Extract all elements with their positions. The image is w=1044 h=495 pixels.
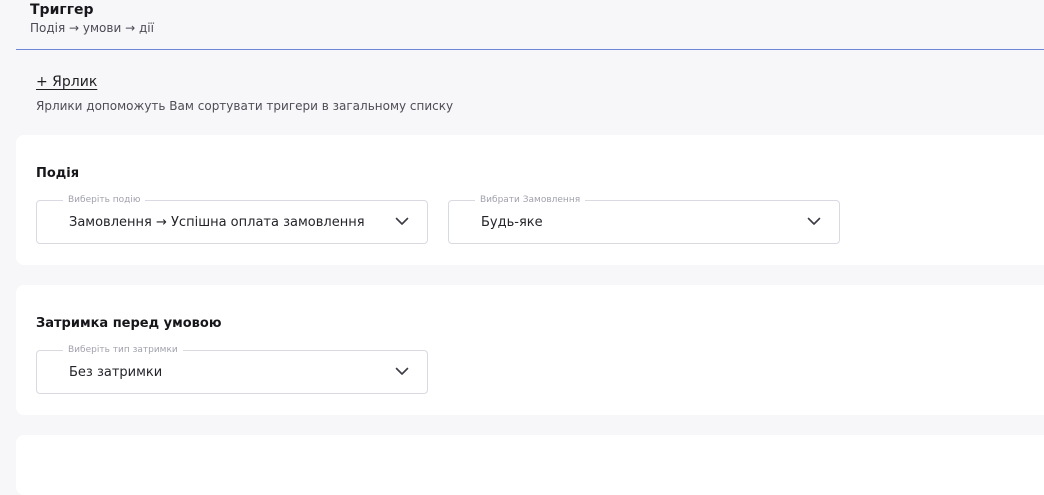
event-select[interactable]: Виберіть подію Замовлення → Успішна опла…	[36, 193, 428, 244]
conditions-card	[16, 435, 1044, 495]
event-card-title: Подія	[36, 166, 80, 181]
delay-select-legend: Виберіть тип затримки	[63, 343, 183, 357]
delay-card-title: Затримка перед умовою	[36, 316, 222, 331]
page-title: Триггер	[30, 2, 94, 18]
event-card: Подія Виберіть подію Замовлення → Успішн…	[16, 135, 1044, 265]
event-select-value: Замовлення → Успішна оплата замовлення	[69, 215, 365, 230]
page-header: Триггер Подія → умови → дії	[16, 0, 1044, 50]
chevron-down-icon	[395, 216, 409, 226]
chevron-down-icon	[807, 216, 821, 226]
add-label-link[interactable]: + Ярлик	[36, 73, 97, 91]
delay-type-select[interactable]: Виберіть тип затримки Без затримки	[36, 343, 428, 394]
order-select[interactable]: Вибрати Замовлення Будь-яке	[448, 193, 840, 244]
delay-card: Затримка перед умовою Виберіть тип затри…	[16, 285, 1044, 415]
order-select-value: Будь-яке	[481, 215, 543, 230]
event-select-legend: Виберіть подію	[63, 193, 146, 207]
page-subtitle: Подія → умови → дії	[30, 21, 154, 35]
chevron-down-icon	[395, 366, 409, 376]
delay-select-value: Без затримки	[69, 365, 163, 380]
order-select-legend: Вибрати Замовлення	[475, 193, 586, 207]
label-hint: Ярлики допоможуть Вам сортувати тригери …	[36, 99, 454, 113]
